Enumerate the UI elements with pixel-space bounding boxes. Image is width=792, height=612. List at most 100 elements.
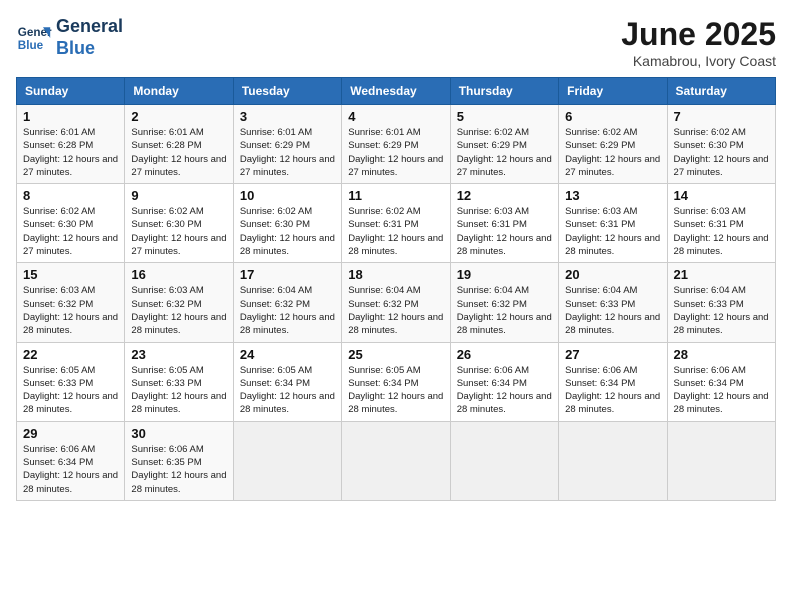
page-header: General Blue General Blue June 2025 Kama… (16, 16, 776, 69)
calendar-week-row: 29 Sunrise: 6:06 AM Sunset: 6:34 PM Dayl… (17, 421, 776, 500)
calendar-cell (233, 421, 341, 500)
calendar-cell: 24 Sunrise: 6:05 AM Sunset: 6:34 PM Dayl… (233, 342, 341, 421)
day-info: Sunrise: 6:03 AM Sunset: 6:31 PM Dayligh… (674, 205, 769, 258)
day-info: Sunrise: 6:04 AM Sunset: 6:33 PM Dayligh… (565, 284, 660, 337)
day-number: 23 (131, 347, 226, 362)
calendar-table: SundayMondayTuesdayWednesdayThursdayFrid… (16, 77, 776, 501)
day-number: 24 (240, 347, 335, 362)
day-number: 25 (348, 347, 443, 362)
calendar-cell: 11 Sunrise: 6:02 AM Sunset: 6:31 PM Dayl… (342, 184, 450, 263)
day-number: 22 (23, 347, 118, 362)
calendar-cell: 10 Sunrise: 6:02 AM Sunset: 6:30 PM Dayl… (233, 184, 341, 263)
calendar-cell: 29 Sunrise: 6:06 AM Sunset: 6:34 PM Dayl… (17, 421, 125, 500)
day-number: 3 (240, 109, 335, 124)
day-number: 15 (23, 267, 118, 282)
day-info: Sunrise: 6:06 AM Sunset: 6:34 PM Dayligh… (457, 364, 552, 417)
calendar-cell: 15 Sunrise: 6:03 AM Sunset: 6:32 PM Dayl… (17, 263, 125, 342)
day-info: Sunrise: 6:06 AM Sunset: 6:34 PM Dayligh… (23, 443, 118, 496)
calendar-cell: 6 Sunrise: 6:02 AM Sunset: 6:29 PM Dayli… (559, 105, 667, 184)
header-tuesday: Tuesday (233, 78, 341, 105)
day-info: Sunrise: 6:02 AM Sunset: 6:30 PM Dayligh… (23, 205, 118, 258)
day-number: 29 (23, 426, 118, 441)
day-number: 16 (131, 267, 226, 282)
day-info: Sunrise: 6:05 AM Sunset: 6:34 PM Dayligh… (240, 364, 335, 417)
day-number: 19 (457, 267, 552, 282)
day-info: Sunrise: 6:01 AM Sunset: 6:28 PM Dayligh… (131, 126, 226, 179)
day-number: 9 (131, 188, 226, 203)
month-title: June 2025 (621, 16, 776, 53)
calendar-cell: 25 Sunrise: 6:05 AM Sunset: 6:34 PM Dayl… (342, 342, 450, 421)
calendar-cell (342, 421, 450, 500)
location-title: Kamabrou, Ivory Coast (621, 53, 776, 69)
day-number: 17 (240, 267, 335, 282)
calendar-cell: 9 Sunrise: 6:02 AM Sunset: 6:30 PM Dayli… (125, 184, 233, 263)
calendar-cell: 16 Sunrise: 6:03 AM Sunset: 6:32 PM Dayl… (125, 263, 233, 342)
day-info: Sunrise: 6:06 AM Sunset: 6:34 PM Dayligh… (674, 364, 769, 417)
svg-text:Blue: Blue (18, 38, 44, 51)
calendar-cell (559, 421, 667, 500)
day-info: Sunrise: 6:03 AM Sunset: 6:31 PM Dayligh… (457, 205, 552, 258)
day-info: Sunrise: 6:06 AM Sunset: 6:34 PM Dayligh… (565, 364, 660, 417)
calendar-week-row: 1 Sunrise: 6:01 AM Sunset: 6:28 PM Dayli… (17, 105, 776, 184)
logo: General Blue General Blue (16, 16, 123, 59)
calendar-cell: 20 Sunrise: 6:04 AM Sunset: 6:33 PM Dayl… (559, 263, 667, 342)
day-number: 4 (348, 109, 443, 124)
day-info: Sunrise: 6:03 AM Sunset: 6:31 PM Dayligh… (565, 205, 660, 258)
title-area: June 2025 Kamabrou, Ivory Coast (621, 16, 776, 69)
calendar-header-row: SundayMondayTuesdayWednesdayThursdayFrid… (17, 78, 776, 105)
day-info: Sunrise: 6:05 AM Sunset: 6:33 PM Dayligh… (131, 364, 226, 417)
day-info: Sunrise: 6:02 AM Sunset: 6:29 PM Dayligh… (565, 126, 660, 179)
day-info: Sunrise: 6:01 AM Sunset: 6:29 PM Dayligh… (348, 126, 443, 179)
day-number: 30 (131, 426, 226, 441)
day-info: Sunrise: 6:05 AM Sunset: 6:34 PM Dayligh… (348, 364, 443, 417)
day-number: 18 (348, 267, 443, 282)
calendar-cell: 14 Sunrise: 6:03 AM Sunset: 6:31 PM Dayl… (667, 184, 775, 263)
calendar-week-row: 15 Sunrise: 6:03 AM Sunset: 6:32 PM Dayl… (17, 263, 776, 342)
calendar-cell: 3 Sunrise: 6:01 AM Sunset: 6:29 PM Dayli… (233, 105, 341, 184)
day-number: 12 (457, 188, 552, 203)
day-number: 21 (674, 267, 769, 282)
day-number: 13 (565, 188, 660, 203)
day-info: Sunrise: 6:06 AM Sunset: 6:35 PM Dayligh… (131, 443, 226, 496)
day-number: 20 (565, 267, 660, 282)
day-number: 10 (240, 188, 335, 203)
calendar-cell: 12 Sunrise: 6:03 AM Sunset: 6:31 PM Dayl… (450, 184, 558, 263)
calendar-cell: 30 Sunrise: 6:06 AM Sunset: 6:35 PM Dayl… (125, 421, 233, 500)
day-info: Sunrise: 6:01 AM Sunset: 6:29 PM Dayligh… (240, 126, 335, 179)
day-info: Sunrise: 6:02 AM Sunset: 6:29 PM Dayligh… (457, 126, 552, 179)
day-number: 28 (674, 347, 769, 362)
calendar-cell: 26 Sunrise: 6:06 AM Sunset: 6:34 PM Dayl… (450, 342, 558, 421)
day-number: 7 (674, 109, 769, 124)
day-number: 8 (23, 188, 118, 203)
header-sunday: Sunday (17, 78, 125, 105)
day-info: Sunrise: 6:02 AM Sunset: 6:30 PM Dayligh… (674, 126, 769, 179)
day-info: Sunrise: 6:03 AM Sunset: 6:32 PM Dayligh… (23, 284, 118, 337)
day-number: 11 (348, 188, 443, 203)
calendar-week-row: 22 Sunrise: 6:05 AM Sunset: 6:33 PM Dayl… (17, 342, 776, 421)
calendar-week-row: 8 Sunrise: 6:02 AM Sunset: 6:30 PM Dayli… (17, 184, 776, 263)
day-info: Sunrise: 6:04 AM Sunset: 6:32 PM Dayligh… (348, 284, 443, 337)
calendar-cell: 8 Sunrise: 6:02 AM Sunset: 6:30 PM Dayli… (17, 184, 125, 263)
day-info: Sunrise: 6:04 AM Sunset: 6:33 PM Dayligh… (674, 284, 769, 337)
calendar-cell: 27 Sunrise: 6:06 AM Sunset: 6:34 PM Dayl… (559, 342, 667, 421)
day-info: Sunrise: 6:04 AM Sunset: 6:32 PM Dayligh… (457, 284, 552, 337)
logo-text-blue: Blue (56, 38, 123, 60)
logo-text-general: General (56, 16, 123, 38)
calendar-cell (450, 421, 558, 500)
day-info: Sunrise: 6:02 AM Sunset: 6:31 PM Dayligh… (348, 205, 443, 258)
calendar-cell: 2 Sunrise: 6:01 AM Sunset: 6:28 PM Dayli… (125, 105, 233, 184)
header-wednesday: Wednesday (342, 78, 450, 105)
day-number: 1 (23, 109, 118, 124)
day-info: Sunrise: 6:04 AM Sunset: 6:32 PM Dayligh… (240, 284, 335, 337)
day-info: Sunrise: 6:03 AM Sunset: 6:32 PM Dayligh… (131, 284, 226, 337)
header-saturday: Saturday (667, 78, 775, 105)
day-number: 14 (674, 188, 769, 203)
calendar-cell: 28 Sunrise: 6:06 AM Sunset: 6:34 PM Dayl… (667, 342, 775, 421)
calendar-cell: 1 Sunrise: 6:01 AM Sunset: 6:28 PM Dayli… (17, 105, 125, 184)
header-friday: Friday (559, 78, 667, 105)
calendar-cell: 4 Sunrise: 6:01 AM Sunset: 6:29 PM Dayli… (342, 105, 450, 184)
day-info: Sunrise: 6:02 AM Sunset: 6:30 PM Dayligh… (131, 205, 226, 258)
calendar-cell: 18 Sunrise: 6:04 AM Sunset: 6:32 PM Dayl… (342, 263, 450, 342)
day-number: 26 (457, 347, 552, 362)
day-number: 6 (565, 109, 660, 124)
